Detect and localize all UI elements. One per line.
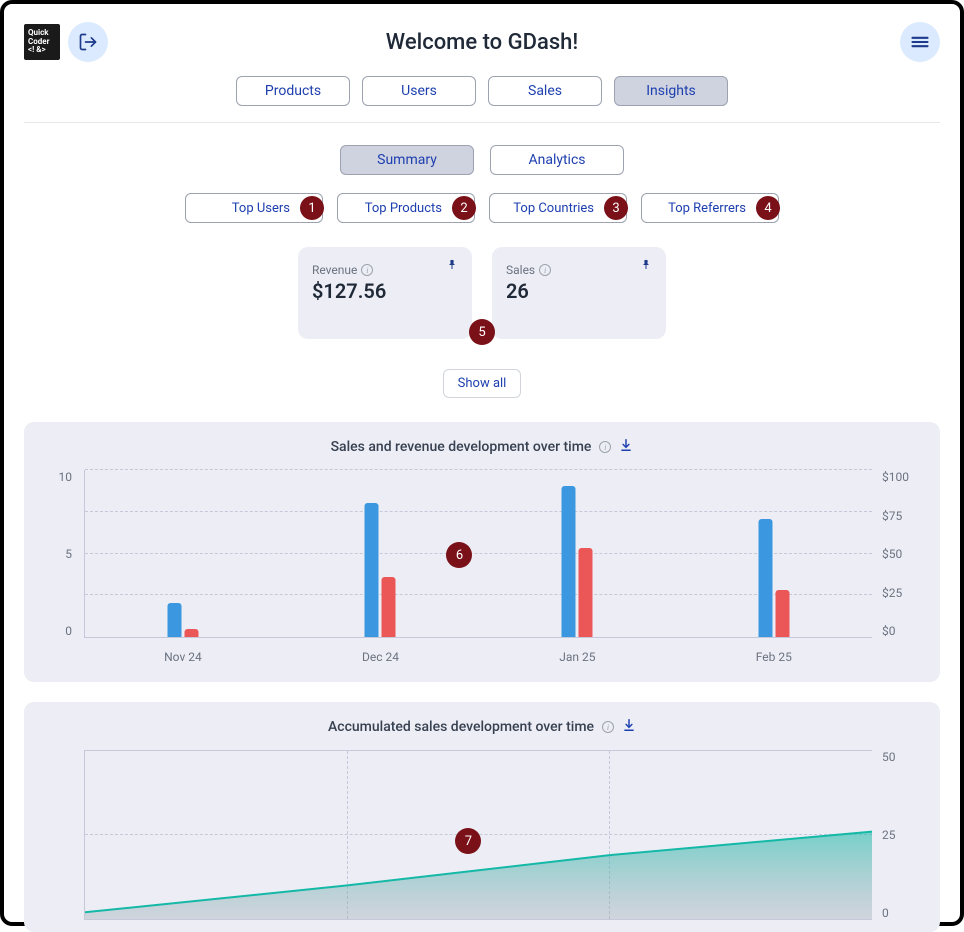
menu-button[interactable]: [900, 22, 940, 62]
bar-sales: [365, 503, 379, 637]
tab-sales[interactable]: Sales: [488, 76, 602, 106]
bar-revenue: [185, 629, 199, 637]
callout-badge-1: 1: [300, 196, 324, 220]
chip-top-countries[interactable]: Top Countries3: [489, 193, 627, 223]
download-icon[interactable]: [622, 718, 636, 736]
y-axis-right: $100$75$50$25$0: [876, 470, 926, 638]
chip-top-referrers[interactable]: Top Referrers4: [641, 193, 779, 223]
app-logo: QuickCoder<! &>: [24, 24, 60, 60]
chart-accumulated-sales: Accumulated sales development over time …: [24, 702, 940, 932]
chart2-title: Accumulated sales development over time: [328, 719, 594, 735]
info-icon[interactable]: i: [539, 264, 551, 276]
show-all-button[interactable]: Show all: [443, 369, 522, 398]
logout-icon: [78, 32, 98, 52]
pin-icon[interactable]: [640, 257, 652, 276]
callout-badge-5: 5: [469, 319, 495, 345]
bar-sales: [168, 603, 182, 637]
tab-users[interactable]: Users: [362, 76, 476, 106]
subtab-summary[interactable]: Summary: [340, 145, 474, 175]
info-icon[interactable]: i: [602, 721, 614, 733]
chart1-title: Sales and revenue development over time: [331, 439, 592, 455]
subtab-analytics[interactable]: Analytics: [490, 145, 624, 175]
bar-group: [365, 503, 396, 637]
page-title: Welcome to GDash!: [386, 30, 578, 55]
stat-card-revenue: Revenue i $127.56: [298, 247, 472, 339]
tab-insights[interactable]: Insights: [614, 76, 728, 106]
callout-badge-2: 2: [452, 196, 476, 220]
y-axis-left: 1050: [38, 470, 78, 638]
stat-value: $127.56: [312, 279, 458, 303]
bar-sales: [758, 519, 772, 637]
callout-badge-3: 3: [604, 196, 628, 220]
chip-top-products[interactable]: Top Products2: [337, 193, 475, 223]
x-axis: Nov 24Dec 24Jan 25Feb 25: [84, 644, 872, 670]
tab-products[interactable]: Products: [236, 76, 350, 106]
chart-sales-revenue: Sales and revenue development over time …: [24, 422, 940, 682]
stat-card-sales: Sales i 26: [492, 247, 666, 339]
plot-area: [84, 470, 872, 638]
logout-button[interactable]: [68, 22, 108, 62]
info-icon[interactable]: i: [361, 264, 373, 276]
bar-group: [561, 486, 592, 637]
bar-sales: [561, 486, 575, 637]
bar-revenue: [578, 548, 592, 637]
info-icon[interactable]: i: [599, 441, 611, 453]
stat-label: Sales i: [506, 263, 652, 277]
bar-revenue: [382, 577, 396, 637]
pin-icon[interactable]: [446, 257, 458, 276]
chip-top-users[interactable]: Top Users1: [185, 193, 323, 223]
bar-revenue: [775, 590, 789, 637]
stat-label: Revenue i: [312, 263, 458, 277]
bar-group: [168, 603, 199, 637]
bar-group: [758, 519, 789, 637]
hamburger-icon: [910, 32, 930, 52]
y-axis-right: 50250: [876, 750, 926, 920]
callout-badge-4: 4: [756, 196, 780, 220]
download-icon[interactable]: [619, 438, 633, 456]
stat-value: 26: [506, 279, 652, 303]
